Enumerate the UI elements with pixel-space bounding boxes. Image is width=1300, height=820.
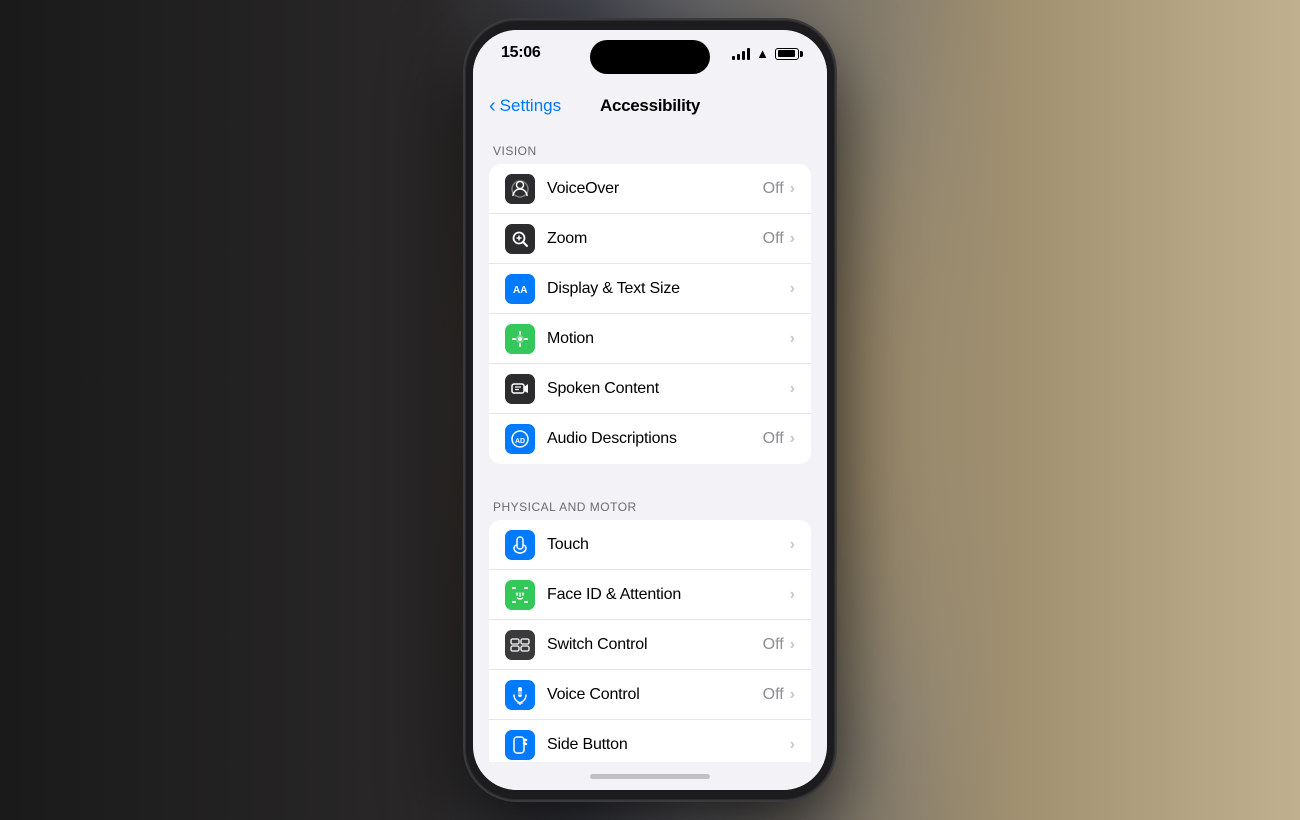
settings-content[interactable]: VISION VoiceOver Off › bbox=[473, 128, 827, 762]
chevron-icon: › bbox=[790, 330, 795, 348]
list-item[interactable]: Touch › bbox=[489, 520, 811, 570]
iphone-screen: 15:06 ▲ ‹ bbox=[473, 30, 827, 790]
side-button-icon bbox=[505, 730, 535, 760]
wifi-icon: ▲ bbox=[756, 46, 769, 61]
voice-control-value: Off bbox=[763, 686, 784, 704]
list-item[interactable]: Spoken Content › bbox=[489, 364, 811, 414]
switch-control-icon bbox=[505, 630, 535, 660]
list-item[interactable]: Side Button › bbox=[489, 720, 811, 762]
chevron-icon: › bbox=[790, 280, 795, 298]
section-header-vision: VISION bbox=[473, 128, 827, 164]
side-button-label: Side Button bbox=[547, 736, 790, 754]
voiceover-icon bbox=[505, 174, 535, 204]
display-text-label: Display & Text Size bbox=[547, 280, 790, 298]
faceid-icon bbox=[505, 580, 535, 610]
scene: 15:06 ▲ ‹ bbox=[0, 0, 1300, 820]
back-button[interactable]: ‹ Settings bbox=[489, 96, 561, 116]
battery-icon bbox=[775, 48, 799, 60]
list-item[interactable]: AD Audio Descriptions Off › bbox=[489, 414, 811, 464]
chevron-icon: › bbox=[790, 636, 795, 654]
status-time: 15:06 bbox=[501, 44, 540, 62]
audio-desc-label: Audio Descriptions bbox=[547, 430, 763, 448]
list-item[interactable]: Face ID & Attention › bbox=[489, 570, 811, 620]
chevron-icon: › bbox=[790, 536, 795, 554]
motion-label: Motion bbox=[547, 330, 790, 348]
chevron-icon: › bbox=[790, 230, 795, 248]
touch-label: Touch bbox=[547, 536, 790, 554]
motion-icon bbox=[505, 324, 535, 354]
zoom-value: Off bbox=[763, 230, 784, 248]
svg-text:AD: AD bbox=[515, 438, 525, 445]
home-bar bbox=[590, 774, 710, 779]
zoom-label: Zoom bbox=[547, 230, 763, 248]
back-chevron-icon: ‹ bbox=[489, 96, 496, 116]
list-item[interactable]: Switch Control Off › bbox=[489, 620, 811, 670]
section-header-physical: PHYSICAL AND MOTOR bbox=[473, 484, 827, 520]
chevron-icon: › bbox=[790, 180, 795, 198]
iphone-device: 15:06 ▲ ‹ bbox=[465, 20, 835, 800]
section-physical: PHYSICAL AND MOTOR Touch › bbox=[473, 484, 827, 762]
voice-control-label: Voice Control bbox=[547, 686, 763, 704]
audio-desc-icon: AD bbox=[505, 424, 535, 454]
back-label: Settings bbox=[500, 96, 561, 116]
display-text-icon: AA bbox=[505, 274, 535, 304]
spoken-content-label: Spoken Content bbox=[547, 380, 790, 398]
svg-text:AA: AA bbox=[513, 285, 527, 296]
signal-icon bbox=[732, 48, 750, 60]
chevron-icon: › bbox=[790, 686, 795, 704]
spoken-content-icon bbox=[505, 374, 535, 404]
status-bar: 15:06 ▲ bbox=[473, 30, 827, 84]
switch-control-label: Switch Control bbox=[547, 636, 763, 654]
status-icons: ▲ bbox=[732, 46, 799, 61]
chevron-icon: › bbox=[790, 586, 795, 604]
settings-group-physical: Touch › Face ID & Attention › bbox=[489, 520, 811, 762]
nav-bar: ‹ Settings Accessibility bbox=[473, 84, 827, 128]
dynamic-island bbox=[590, 40, 710, 74]
list-item[interactable]: VoiceOver Off › bbox=[489, 164, 811, 214]
faceid-label: Face ID & Attention bbox=[547, 586, 790, 604]
voiceover-label: VoiceOver bbox=[547, 180, 763, 198]
zoom-icon bbox=[505, 224, 535, 254]
audio-desc-value: Off bbox=[763, 430, 784, 448]
home-indicator bbox=[473, 762, 827, 790]
list-item[interactable]: AA Display & Text Size › bbox=[489, 264, 811, 314]
settings-group-vision: VoiceOver Off › Zoom Off › bbox=[489, 164, 811, 464]
page-title: Accessibility bbox=[600, 96, 700, 116]
chevron-icon: › bbox=[790, 736, 795, 754]
chevron-icon: › bbox=[790, 430, 795, 448]
voiceover-value: Off bbox=[763, 180, 784, 198]
voice-control-icon bbox=[505, 680, 535, 710]
switch-control-value: Off bbox=[763, 636, 784, 654]
chevron-icon: › bbox=[790, 380, 795, 398]
list-item[interactable]: Voice Control Off › bbox=[489, 670, 811, 720]
touch-icon bbox=[505, 530, 535, 560]
list-item[interactable]: Motion › bbox=[489, 314, 811, 364]
section-vision: VISION VoiceOver Off › bbox=[473, 128, 827, 464]
list-item[interactable]: Zoom Off › bbox=[489, 214, 811, 264]
